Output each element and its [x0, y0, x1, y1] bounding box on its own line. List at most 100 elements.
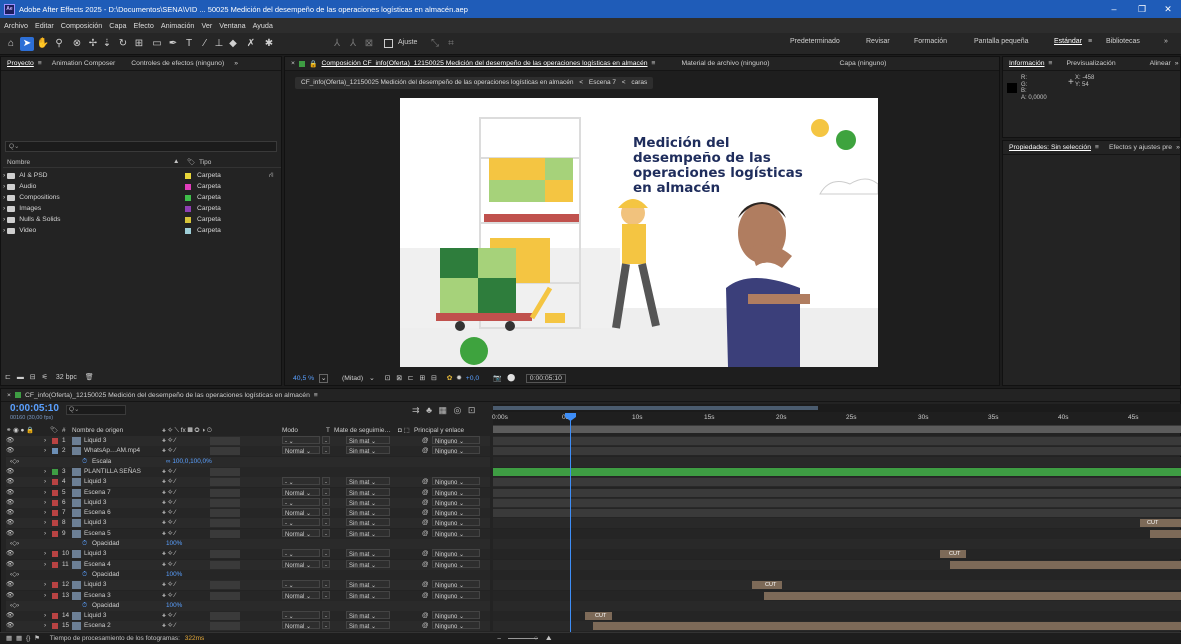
switch-boxes[interactable] — [210, 519, 240, 527]
close-timeline-icon[interactable]: × — [7, 392, 11, 399]
label-color-swatch[interactable] — [52, 510, 58, 516]
tab-efectos-ajustes[interactable]: Efectos y ajustes pre — [1109, 144, 1172, 151]
parent-select[interactable]: Ninguno ⌄ — [432, 436, 480, 445]
tab-informacion[interactable]: Información — [1009, 60, 1045, 67]
breadcrumb-caras[interactable]: caras — [631, 79, 647, 86]
label-color-swatch[interactable] — [52, 490, 58, 496]
info-more-icon[interactable]: » — [1175, 60, 1179, 67]
preserve-transparency-toggle[interactable]: - — [322, 508, 330, 517]
close-tab-icon[interactable]: × — [291, 60, 295, 67]
menu-archivo[interactable]: Archivo — [4, 21, 28, 30]
breadcrumb-escena7[interactable]: Escena 7 — [589, 79, 616, 86]
brush-tool-icon[interactable]: ⁄ — [198, 37, 212, 51]
track-matte-select[interactable]: Sin mat ⌄ — [346, 518, 390, 527]
region-of-interest-icon[interactable]: ⊡ — [385, 375, 391, 382]
cut-marker[interactable]: CUT — [590, 612, 612, 620]
resolution-dropdown-icon[interactable]: ⌄ — [369, 375, 375, 382]
exposure-value[interactable]: +0,0 — [466, 375, 479, 382]
preserve-transparency-toggle[interactable]: - — [322, 436, 330, 445]
lock-icon[interactable]: 🔒 — [309, 60, 317, 68]
stopwatch-icon[interactable]: ⏱ — [82, 457, 87, 467]
project-item-audio[interactable]: › Audio Carpeta — [3, 181, 279, 192]
keyframe-nav-icon[interactable]: ‹◇› — [10, 601, 19, 611]
pickwhip-icon[interactable]: @ — [422, 611, 429, 621]
label-color-swatch[interactable] — [52, 479, 58, 485]
layer-name[interactable]: Escena 3 — [84, 591, 111, 601]
property-row[interactable]: ‹◇› ⏱ Opacidad 100% — [6, 601, 490, 611]
track-row[interactable] — [493, 446, 1181, 456]
layer-name[interactable]: Liquid 3 — [84, 611, 106, 621]
eye-icon[interactable]: 👁 — [6, 580, 14, 590]
track-row[interactable]: CUT — [493, 611, 1181, 621]
track-row[interactable] — [493, 488, 1181, 498]
preserve-transparency-toggle[interactable]: - — [322, 611, 330, 620]
track-row[interactable] — [493, 508, 1181, 518]
tab-propiedades[interactable]: Propiedades: Sin selección — [1009, 144, 1091, 151]
eye-icon[interactable]: 👁 — [6, 518, 14, 528]
workspace-menu-icon[interactable]: ≡ — [1088, 38, 1092, 45]
mode-select[interactable]: Normal ⌄ — [282, 591, 320, 600]
property-value[interactable]: 100% — [166, 539, 182, 549]
switch-boxes[interactable] — [210, 447, 240, 455]
label-color-swatch[interactable] — [52, 500, 58, 506]
stopwatch-icon[interactable]: ⏱ — [82, 601, 87, 611]
layer-row[interactable]: 👁 › 15 Escena 2 ⚹ ✧ ∕ Normal ⌄ - Sin mat ⌄ @ Ning… — [6, 621, 490, 631]
layer-name[interactable]: WhatsAp…AM.mp4 — [84, 446, 140, 456]
switch-boxes[interactable] — [210, 581, 240, 589]
maximize-button[interactable]: ❐ — [1128, 2, 1156, 16]
track-row[interactable] — [493, 539, 1181, 549]
viewer-timecode[interactable]: 0:00:05:10 — [525, 374, 566, 383]
layer-row[interactable]: 👁 › 14 Liquid 3 ⚹ ✧ ∕ - ⌄ - Sin mat ⌄ @ Ninguno ⌄ — [6, 611, 490, 621]
frame-blending-icon[interactable]: ▦ — [438, 405, 447, 415]
mode-select[interactable]: Normal ⌄ — [282, 446, 320, 455]
hand-tool-icon[interactable]: ✋ — [36, 37, 50, 51]
stopwatch-icon[interactable]: ⏱ — [82, 539, 87, 549]
pickwhip-icon[interactable]: @ — [422, 446, 429, 456]
expand-icon[interactable]: › — [44, 446, 46, 456]
snap-grid-icon[interactable]: ⌗ — [444, 37, 458, 51]
orbit-camera-icon[interactable]: ⊗ — [70, 37, 84, 51]
eye-icon[interactable]: 👁 — [6, 621, 14, 631]
mode-select[interactable]: Normal ⌄ — [282, 529, 320, 538]
col-tipo[interactable]: Tipo — [199, 159, 211, 166]
trash-icon[interactable]: 🗑 — [85, 374, 94, 381]
layer-duration-bar[interactable] — [493, 489, 1181, 497]
pickwhip-icon[interactable]: @ — [422, 508, 429, 518]
parent-select[interactable]: Ninguno ⌄ — [432, 580, 480, 589]
expand-icon[interactable]: › — [44, 488, 46, 498]
col-number[interactable]: # — [62, 426, 66, 436]
track-row[interactable] — [493, 601, 1181, 611]
property-value[interactable]: ∞ 100,0,100,0% — [166, 457, 212, 467]
tab-proyecto[interactable]: Proyecto — [7, 60, 34, 67]
rotate-tool-icon[interactable]: ↻ — [116, 37, 130, 51]
col-source-name[interactable]: Nombre de origen — [72, 426, 123, 436]
pickwhip-icon[interactable]: @ — [422, 518, 429, 528]
pickwhip-icon[interactable]: @ — [422, 477, 429, 487]
snapshot-icon[interactable]: 📷 — [493, 375, 501, 382]
track-row[interactable] — [493, 570, 1181, 580]
time-ruler[interactable] — [493, 412, 1181, 426]
label-color-swatch[interactable] — [52, 448, 58, 454]
axis-local-icon[interactable]: ⅄ — [330, 37, 344, 51]
layer-row[interactable]: 👁 › 9 Escena 5 ⚹ ✧ ∕ Normal ⌄ - Sin mat ⌄ @ Ningu… — [6, 529, 490, 539]
layer-duration-bar[interactable] — [764, 592, 1181, 600]
label-swatch[interactable] — [185, 227, 191, 234]
track-row[interactable] — [493, 591, 1181, 601]
mode-select[interactable]: - ⌄ — [282, 498, 320, 507]
interpret-footage-icon[interactable]: ⊏ — [5, 374, 11, 381]
eye-icon[interactable]: 👁 — [6, 436, 14, 446]
switch-boxes[interactable] — [210, 489, 240, 497]
property-row[interactable]: ‹◇› ⏱ Escala ∞ 100,0,100,0% — [6, 457, 490, 467]
layer-row[interactable]: 👁 › 5 Escena 7 ⚹ ✧ ∕ Normal ⌄ - Sin mat ⌄ @ Ningu… — [6, 488, 490, 498]
adjust-icon[interactable]: ⚟ — [42, 374, 48, 381]
clone-stamp-icon[interactable]: ⊥ — [212, 37, 226, 51]
work-area-bar[interactable] — [493, 426, 1181, 433]
parent-select[interactable]: Ninguno ⌄ — [432, 611, 480, 620]
layer-row[interactable]: 👁 › 10 Liquid 3 ⚹ ✧ ∕ - ⌄ - Sin mat ⌄ @ Ninguno ⌄ — [6, 549, 490, 559]
dolly-camera-icon[interactable]: ⇣ — [100, 37, 114, 51]
exposure-icon[interactable]: ✹ — [456, 375, 462, 382]
layer-duration-bar[interactable] — [493, 447, 1181, 455]
preserve-transparency-toggle[interactable]: - — [322, 529, 330, 538]
mask-visibility-icon[interactable]: ⊏ — [408, 375, 414, 382]
switch-boxes[interactable] — [210, 592, 240, 600]
